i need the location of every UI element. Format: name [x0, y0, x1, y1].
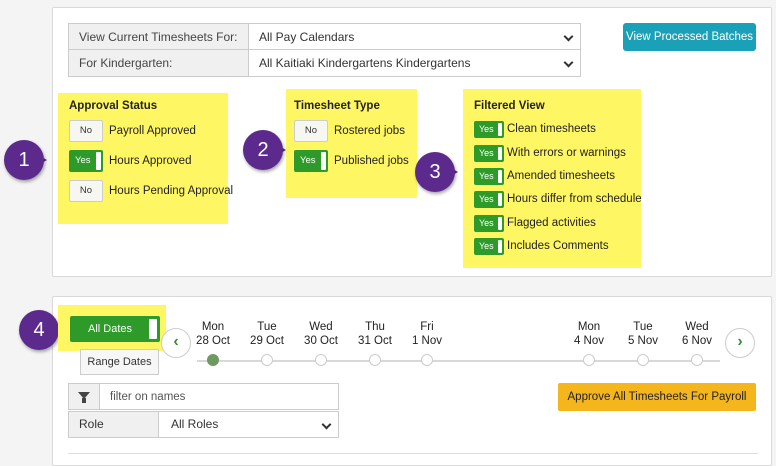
next-chevron-icon[interactable]: › — [725, 328, 755, 358]
kindergarten-row: For Kindergarten: All Kaitiaki Kindergar… — [68, 50, 581, 77]
name-filter — [68, 383, 339, 410]
toggle-hours-approved[interactable]: Yes Hours Approved — [69, 150, 191, 172]
toggle-label: Hours Approved — [109, 155, 192, 167]
toggle-label: With errors or warnings — [507, 147, 626, 159]
toggle-label: Payroll Approved — [109, 125, 196, 137]
role-label: Role — [69, 412, 159, 437]
toggle-state[interactable]: Yes — [474, 237, 504, 255]
timeline-day[interactable]: Wed 6 Nov — [667, 320, 727, 348]
day-of-week: Fri — [420, 321, 434, 333]
toggle-clean-timesheets[interactable]: Yes Clean timesheets — [474, 120, 596, 138]
timeline-day[interactable]: Wed 30 Oct — [291, 320, 351, 348]
chevron-down-icon — [563, 57, 574, 68]
timeline-day[interactable]: Tue 5 Nov — [613, 320, 673, 348]
timeline-day[interactable]: Mon 4 Nov — [559, 320, 619, 348]
toggle-published-jobs[interactable]: Yes Published jobs — [294, 150, 409, 172]
day-of-week: Thu — [365, 321, 385, 333]
toggle-amended-timesheets[interactable]: Yes Amended timesheets — [474, 167, 615, 185]
day-date: 28 Oct — [196, 335, 230, 347]
toggle-state[interactable]: Yes — [474, 144, 504, 162]
timeline-dot-active[interactable] — [207, 354, 219, 366]
toggle-label: Hours differ from schedule — [507, 193, 642, 205]
toggle-label: Clean timesheets — [507, 123, 596, 135]
timeline-dot[interactable] — [583, 354, 595, 366]
day-of-week: Mon — [201, 321, 225, 333]
day-date: 1 Nov — [411, 335, 443, 347]
timeline-dot[interactable] — [421, 354, 433, 366]
pay-calendar-row: View Current Timesheets For: All Pay Cal… — [68, 23, 581, 50]
role-value: All Roles — [171, 417, 219, 431]
day-date: 30 Oct — [304, 335, 338, 347]
callout-badge-2: 2 — [243, 130, 283, 170]
view-processed-batches-button[interactable]: View Processed Batches — [623, 23, 756, 51]
toggle-includes-comments[interactable]: Yes Includes Comments — [474, 237, 609, 255]
timeline-dot[interactable] — [369, 354, 381, 366]
role-select[interactable]: All Roles — [159, 412, 338, 437]
toggle-hours-pending[interactable]: No Hours Pending Approval — [69, 180, 233, 202]
day-of-week: Wed — [685, 321, 709, 333]
filter-icon — [69, 384, 100, 409]
toggle-state[interactable]: Yes — [69, 150, 103, 172]
kindergarten-label: For Kindergarten: — [69, 50, 249, 76]
day-date: 5 Nov — [627, 335, 659, 347]
timesheet-type-title: Timesheet Type — [294, 100, 380, 112]
day-of-week: Tue — [633, 321, 653, 333]
kindergarten-select[interactable]: All Kaitiaki Kindergartens Kindergartens — [249, 50, 580, 76]
role-filter: Role All Roles — [68, 411, 339, 438]
day-date: 31 Oct — [358, 335, 392, 347]
pay-calendar-value: All Pay Calendars — [259, 30, 355, 44]
day-date: 6 Nov — [681, 335, 713, 347]
toggle-state[interactable]: No — [69, 120, 103, 142]
toggle-hours-differ[interactable]: Yes Hours differ from schedule — [474, 190, 642, 208]
day-of-week: Tue — [257, 321, 277, 333]
toggle-label: Rostered jobs — [334, 125, 405, 137]
approval-status-title: Approval Status — [69, 100, 158, 112]
funnel-stem — [82, 398, 86, 403]
timeline-dot[interactable] — [315, 354, 327, 366]
toggle-state[interactable]: No — [294, 120, 328, 142]
callout-badge-3: 3 — [415, 152, 455, 192]
day-of-week: Wed — [309, 321, 333, 333]
toggle-state[interactable]: No — [69, 180, 103, 202]
timeline-dot[interactable] — [261, 354, 273, 366]
chevron-down-icon — [321, 419, 332, 430]
toggle-state[interactable]: Yes — [474, 167, 504, 185]
timeline-dot[interactable] — [691, 354, 703, 366]
day-date: 4 Nov — [573, 335, 605, 347]
timeline-day[interactable]: Fri 1 Nov — [397, 320, 457, 348]
day-of-week: Mon — [577, 321, 601, 333]
callout-badge-4: 4 — [19, 310, 59, 350]
toggle-flagged-activities[interactable]: Yes Flagged activities — [474, 214, 596, 232]
toggle-errors-warnings[interactable]: Yes With errors or warnings — [474, 144, 626, 162]
name-filter-input[interactable] — [100, 384, 338, 409]
timeline-dot[interactable] — [637, 354, 649, 366]
all-dates-toggle[interactable]: All Dates — [70, 316, 160, 342]
callout-badge-1: 1 — [4, 140, 44, 180]
toggle-label: Published jobs — [334, 155, 409, 167]
kindergarten-value: All Kaitiaki Kindergartens Kindergartens — [259, 56, 471, 70]
toggle-label: Hours Pending Approval — [109, 185, 234, 197]
divider — [68, 453, 758, 454]
toggle-rostered-jobs[interactable]: No Rostered jobs — [294, 120, 405, 142]
toggle-label: Includes Comments — [507, 240, 609, 252]
toggle-label: Amended timesheets — [507, 170, 616, 182]
toggle-payroll-approved[interactable]: No Payroll Approved — [69, 120, 196, 142]
pay-calendar-select[interactable]: All Pay Calendars — [249, 24, 580, 49]
approve-all-button[interactable]: Approve All Timesheets For Payroll — [558, 383, 756, 411]
chevron-down-icon — [563, 31, 574, 42]
toggle-state[interactable]: Yes — [474, 120, 504, 138]
pay-calendar-label: View Current Timesheets For: — [69, 24, 249, 49]
toggle-state[interactable]: Yes — [474, 190, 504, 208]
day-date: 29 Oct — [250, 335, 284, 347]
toggle-state[interactable]: Yes — [294, 150, 328, 172]
timeline-day[interactable]: Tue 29 Oct — [237, 320, 297, 348]
filter-table: View Current Timesheets For: All Pay Cal… — [68, 23, 581, 77]
timeline-day[interactable]: Thu 31 Oct — [345, 320, 405, 348]
toggle-state[interactable]: Yes — [474, 214, 504, 232]
timeline-day[interactable]: Mon 28 Oct — [183, 320, 243, 348]
filtered-view-title: Filtered View — [474, 100, 545, 112]
range-dates-button[interactable]: Range Dates — [80, 349, 159, 375]
toggle-label: Flagged activities — [507, 217, 596, 229]
